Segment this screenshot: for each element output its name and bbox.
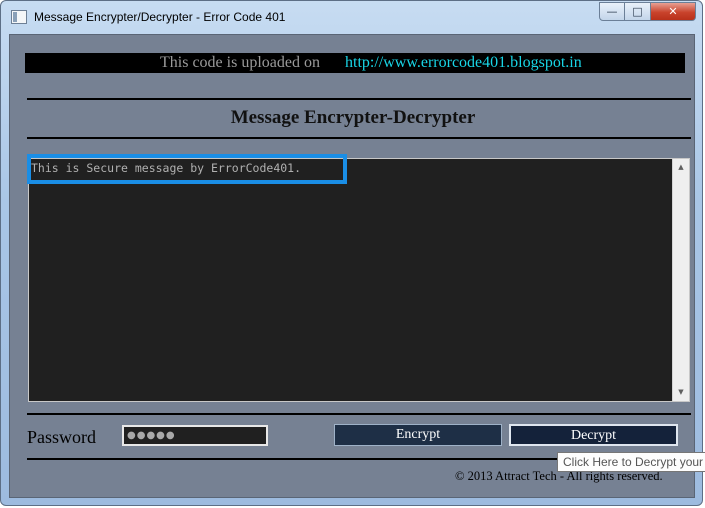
window-title: Message Encrypter/Decrypter - Error Code… [34,10,286,24]
client-area: This code is uploaded on http://www.erro… [9,34,695,498]
divider [27,98,691,100]
minimize-icon: — [606,5,618,18]
scroll-up-icon[interactable]: ▲ [673,159,689,176]
selection-highlight [27,154,347,184]
title-bar[interactable]: Message Encrypter/Decrypter - Error Code… [1,1,702,35]
upload-banner: This code is uploaded on http://www.erro… [25,53,685,73]
app-window-icon [11,10,27,24]
banner-link[interactable]: http://www.errorcode401.blogspot.in [345,53,582,73]
message-textarea[interactable]: This is Secure message by ErrorCode401. … [27,154,690,402]
maximize-button[interactable]: □ [625,2,651,21]
decrypt-tooltip: Click Here to Decrypt your [557,452,705,472]
divider [27,137,691,139]
minimize-button[interactable]: — [599,2,625,21]
app-window: Message Encrypter/Decrypter - Error Code… [0,0,703,506]
password-field[interactable]: ●●●●● [122,425,268,446]
window-controls: — □ ✕ [599,2,696,22]
scroll-down-icon[interactable]: ▼ [673,384,689,401]
page-title: Message Encrypter-Decrypter [230,107,476,128]
encrypt-button[interactable]: Encrypt [334,424,502,446]
decrypt-button[interactable]: Decrypt [509,424,678,446]
password-label: Password [27,427,97,447]
divider [27,413,691,415]
close-button[interactable]: ✕ [651,2,696,21]
message-scrollbar[interactable]: ▲ ▼ [672,159,689,401]
maximize-icon: □ [632,5,643,18]
banner-text: This code is uploaded on [160,54,320,71]
close-icon: ✕ [668,5,678,18]
